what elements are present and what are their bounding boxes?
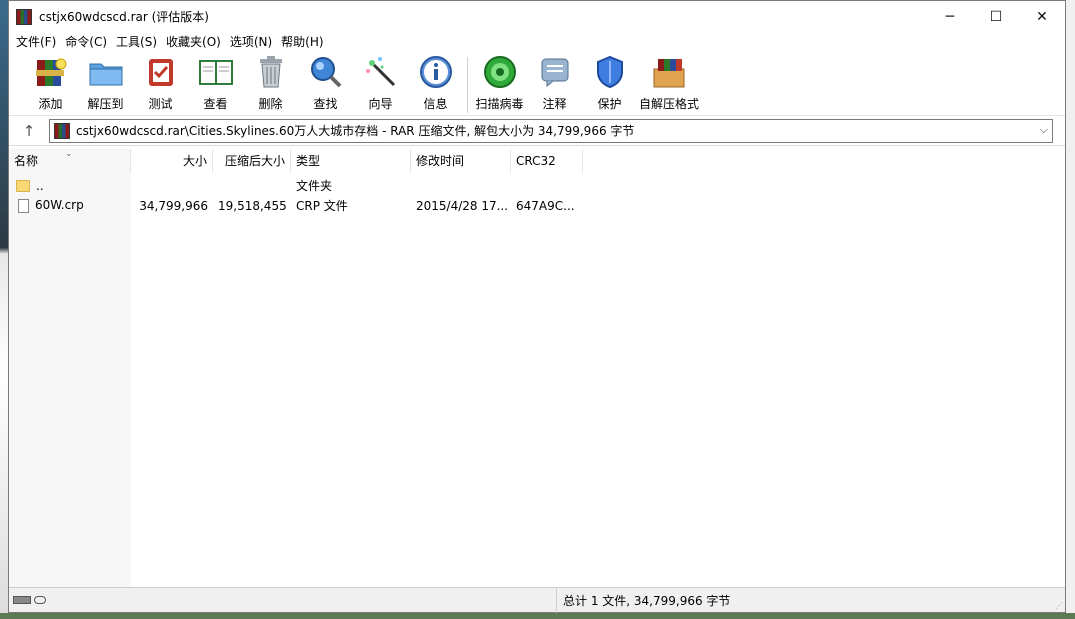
row-type: 文件夹 <box>296 179 333 193</box>
column-header-packed[interactable]: 压缩后大小 <box>213 149 291 173</box>
key-icon[interactable] <box>34 596 46 604</box>
virus-scan-label: 扫描病毒 <box>475 97 524 111</box>
column-header-modified[interactable]: 修改时间 <box>411 149 511 173</box>
info-button[interactable]: 信息 <box>408 55 463 112</box>
row-crc: 647A9C... <box>516 198 575 213</box>
list-row-file[interactable]: 60W.crp 34,799,966 19,518,455 CRP 文件 201… <box>9 195 1065 216</box>
virus-scan-icon <box>481 55 519 89</box>
column-header-name-label: 名称 <box>14 154 39 168</box>
comment-icon <box>536 55 574 89</box>
delete-button[interactable]: 删除 <box>243 55 298 112</box>
delete-label: 删除 <box>258 97 283 111</box>
add-button[interactable]: 添加 <box>23 55 78 112</box>
find-magnifier-icon <box>307 55 345 89</box>
row-size: 34,799,966 <box>139 198 208 213</box>
list-row-parent[interactable]: .. 文件夹 <box>9 175 1065 196</box>
info-icon <box>417 55 455 89</box>
file-list[interactable]: 名称 ⌄ 大小 压缩后大小 类型 修改时间 CRC32 .. 文件夹 60W.c… <box>9 149 1065 587</box>
protect-label: 保护 <box>597 97 622 111</box>
winrar-app-icon <box>16 8 32 25</box>
address-bar: ↑ cstjx60wdcscd.rar\Cities.Skylines.60万人… <box>9 116 1065 146</box>
desktop-background-right <box>1065 0 1075 619</box>
file-icon <box>18 198 29 213</box>
trash-icon <box>252 55 290 89</box>
window-controls: ─ ☐ ✕ <box>927 1 1065 32</box>
drive-icon[interactable] <box>13 596 31 604</box>
wizard-button[interactable]: 向导 <box>353 55 408 112</box>
menu-commands[interactable]: 命令(C) <box>62 32 113 52</box>
view-button[interactable]: 查看 <box>188 55 243 112</box>
menu-bar: 文件(F) 命令(C) 工具(S) 收藏夹(O) 选项(N) 帮助(H) <box>9 32 1065 52</box>
folder-icon <box>16 180 30 192</box>
wizard-wand-icon <box>362 55 400 89</box>
comment-button[interactable]: 注释 <box>527 55 582 112</box>
minimize-button[interactable]: ─ <box>927 1 973 32</box>
info-label: 信息 <box>423 97 448 111</box>
menu-favorites[interactable]: 收藏夹(O) <box>163 32 227 52</box>
row-name-cell: .. <box>9 179 131 193</box>
status-bar: 总计 1 文件, 34,799,966 字节 ⋰ <box>9 587 1065 613</box>
test-button[interactable]: 测试 <box>133 55 188 112</box>
virus-scan-button[interactable]: 扫描病毒 <box>472 55 527 112</box>
desktop-background-bottom <box>0 613 1075 619</box>
archive-path: cstjx60wdcscd.rar\Cities.Skylines.60万人大城… <box>76 124 635 138</box>
column-header-type[interactable]: 类型 <box>291 149 411 173</box>
comment-label: 注释 <box>542 97 567 111</box>
protect-button[interactable]: 保护 <box>582 55 637 112</box>
view-book-icon <box>197 55 235 89</box>
toolbar: 添加 解压到 测试 查看 删除 查找 向导 信息 扫描病毒 注释 保护 自解压格… <box>9 52 1065 116</box>
menu-options[interactable]: 选项(N) <box>227 32 278 52</box>
chevron-down-icon[interactable]: ⌵ <box>1040 123 1048 137</box>
status-summary: 总计 1 文件, 34,799,966 字节 <box>563 593 731 608</box>
toolbar-separator <box>467 57 468 113</box>
extract-to-button[interactable]: 解压到 <box>78 55 133 112</box>
menu-tools[interactable]: 工具(S) <box>113 32 163 52</box>
shield-icon <box>591 55 629 89</box>
extract-to-label: 解压到 <box>87 97 124 111</box>
row-modified: 2015/4/28 17... <box>416 198 509 213</box>
test-label: 测试 <box>148 97 173 111</box>
archive-icon <box>54 122 70 139</box>
desktop-background-left <box>0 0 8 619</box>
add-label: 添加 <box>38 97 63 111</box>
find-label: 查找 <box>313 97 338 111</box>
up-folder-button[interactable]: ↑ <box>9 117 49 145</box>
close-button[interactable]: ✕ <box>1019 1 1065 32</box>
sfx-label: 自解压格式 <box>638 97 699 111</box>
row-name-cell: 60W.crp <box>9 198 131 213</box>
menu-help[interactable]: 帮助(H) <box>278 32 329 52</box>
sfx-button[interactable]: 自解压格式 <box>637 55 701 112</box>
window-title: cstjx60wdcscd.rar (评估版本) <box>39 10 209 24</box>
row-name: 60W.crp <box>35 198 84 213</box>
extract-folder-icon <box>87 55 125 89</box>
path-combobox[interactable]: cstjx60wdcscd.rar\Cities.Skylines.60万人大城… <box>49 118 1053 143</box>
column-header-crc32[interactable]: CRC32 <box>511 149 583 173</box>
test-clipboard-icon <box>142 55 180 89</box>
maximize-button[interactable]: ☐ <box>973 1 1019 32</box>
row-type: CRP 文件 <box>296 199 348 213</box>
status-icons <box>9 587 557 613</box>
menu-file[interactable]: 文件(F) <box>13 32 62 52</box>
column-header-size[interactable]: 大小 <box>131 149 213 173</box>
wizard-label: 向导 <box>368 97 393 111</box>
winrar-window: cstjx60wdcscd.rar (评估版本) ─ ☐ ✕ 文件(F) 命令(… <box>8 0 1066 613</box>
column-header-name[interactable]: 名称 ⌄ <box>9 149 131 173</box>
sfx-box-icon <box>650 55 688 89</box>
column-headers: 名称 ⌄ 大小 压缩后大小 类型 修改时间 CRC32 <box>9 149 1065 173</box>
add-archive-icon <box>32 55 70 89</box>
row-packed: 19,518,455 <box>218 198 287 213</box>
title-bar[interactable]: cstjx60wdcscd.rar (评估版本) ─ ☐ ✕ <box>9 1 1065 32</box>
sort-arrow-icon: ⌄ <box>65 149 73 159</box>
row-name: .. <box>36 178 44 193</box>
view-label: 查看 <box>203 97 228 111</box>
find-button[interactable]: 查找 <box>298 55 353 112</box>
resize-grip-icon[interactable]: ⋰ <box>1055 601 1063 610</box>
